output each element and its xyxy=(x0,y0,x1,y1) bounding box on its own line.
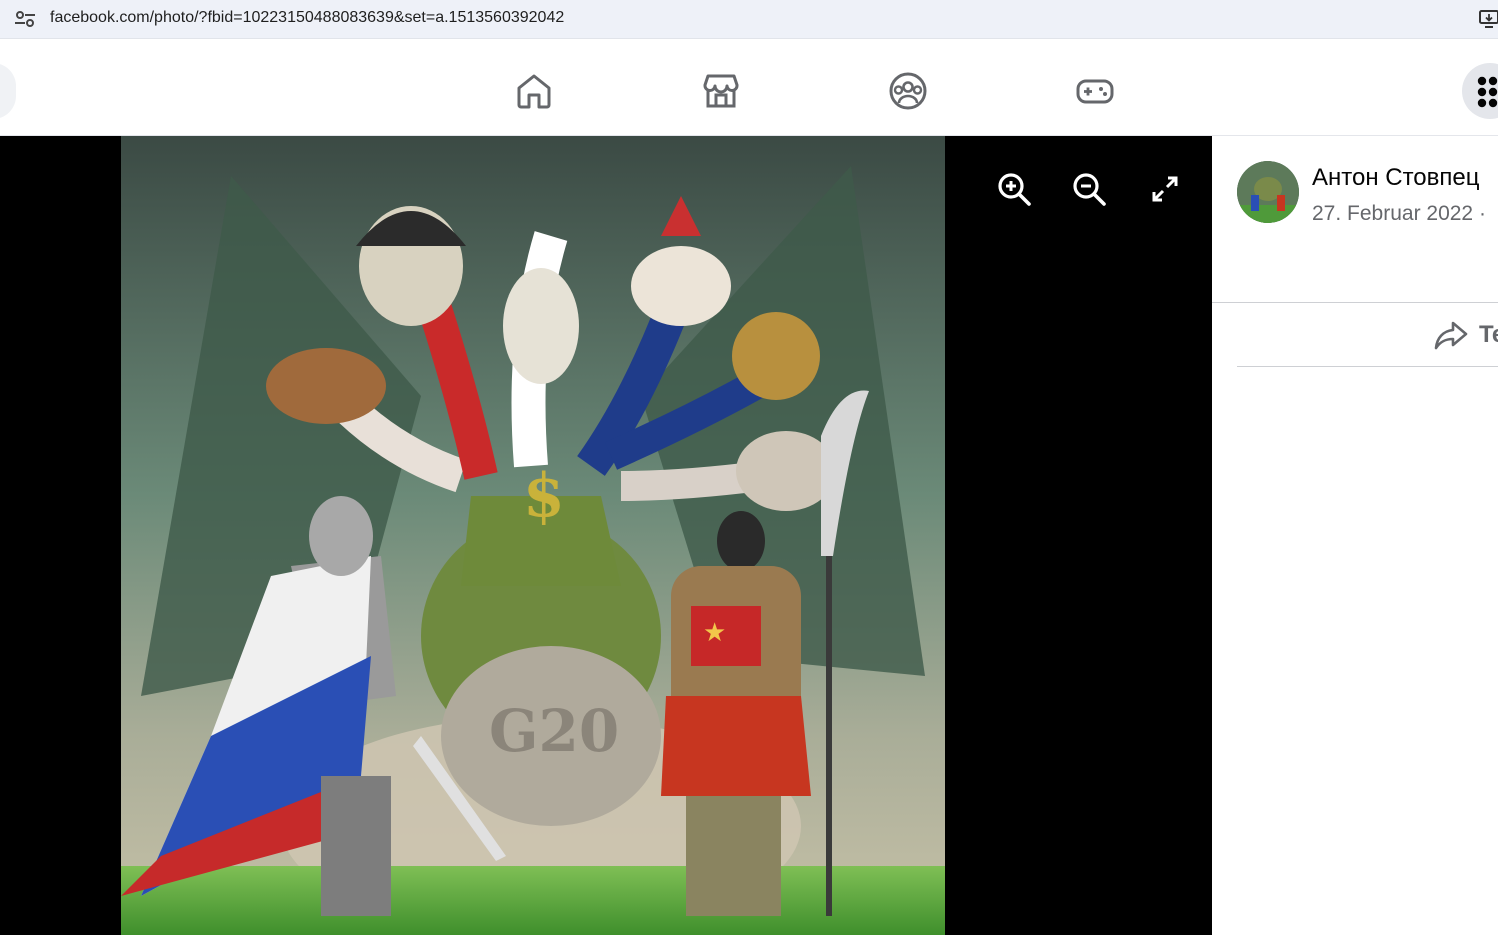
site-settings-icon[interactable] xyxy=(12,7,38,31)
author-avatar[interactable] xyxy=(1237,161,1299,223)
zoom-in-icon[interactable] xyxy=(995,170,1033,208)
svg-text:$: $ xyxy=(523,461,565,531)
svg-text:★: ★ xyxy=(703,618,726,648)
address-url[interactable]: facebook.com/photo/?fbid=102231504880836… xyxy=(50,9,564,27)
home-icon[interactable] xyxy=(514,71,554,111)
g20-engraving: G20 xyxy=(489,697,619,765)
post-author-name[interactable]: Антон Стовпец xyxy=(1312,164,1480,192)
gaming-icon[interactable] xyxy=(1075,71,1115,111)
search-button[interactable] xyxy=(0,63,16,119)
fullscreen-icon[interactable] xyxy=(1146,170,1184,208)
menu-button[interactable] xyxy=(1462,63,1498,119)
facebook-top-nav xyxy=(0,47,1498,136)
post-side-panel: Антон Стовпец 27. Februar 2022 · Te xyxy=(1212,136,1498,935)
groups-icon[interactable] xyxy=(888,71,928,111)
share-button-label[interactable]: Te xyxy=(1479,321,1498,349)
avatar-image xyxy=(1237,161,1299,223)
marketplace-icon[interactable] xyxy=(701,71,741,111)
install-app-icon[interactable] xyxy=(1478,8,1498,30)
zoom-out-icon[interactable] xyxy=(1070,170,1108,208)
cartoon-illustration: $ G20 ★ xyxy=(121,136,945,935)
photo-viewer: $ G20 ★ xyxy=(0,136,1212,935)
post-date[interactable]: 27. Februar 2022 · xyxy=(1312,202,1486,226)
browser-address-bar: facebook.com/photo/?fbid=102231504880836… xyxy=(0,0,1498,39)
share-icon[interactable] xyxy=(1434,318,1468,352)
menu-grid-icon xyxy=(1477,76,1498,108)
actions-divider xyxy=(1237,366,1498,367)
post-photo[interactable]: $ G20 ★ xyxy=(121,136,945,935)
panel-divider xyxy=(1212,302,1498,303)
